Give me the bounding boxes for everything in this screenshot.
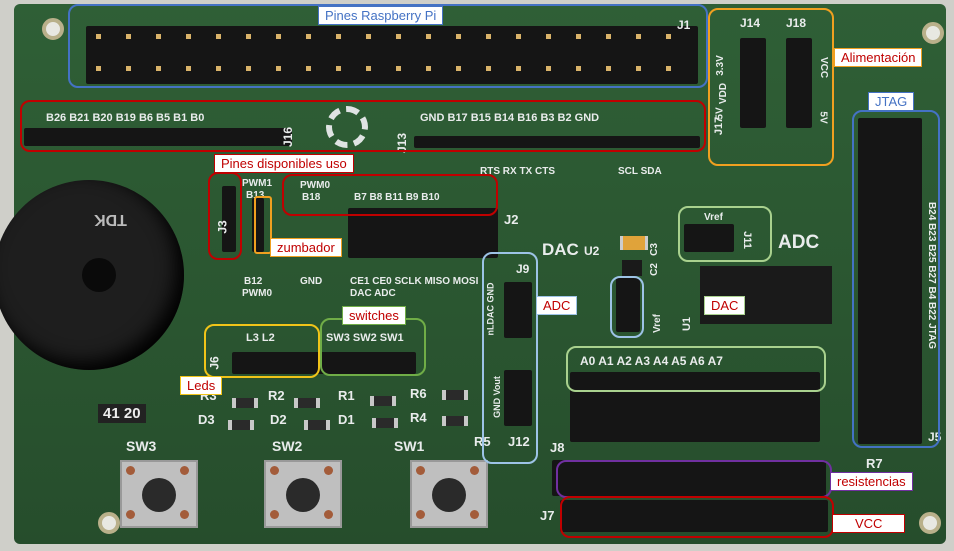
silk-b12: B12 xyxy=(244,276,263,287)
silk-sw2: SW2 xyxy=(272,438,303,454)
silk-dac-title: DAC xyxy=(542,240,579,259)
silk-adc-title: ADC xyxy=(778,232,820,253)
dac-chip xyxy=(700,266,832,324)
sw3-button[interactable] xyxy=(120,460,198,528)
silk-r2: R2 xyxy=(268,388,285,403)
label-leds: Leds xyxy=(180,376,223,395)
mounting-hole xyxy=(919,512,941,534)
silk-spi-labels2: DAC ADC xyxy=(350,288,396,299)
button-cap xyxy=(142,478,176,512)
silk-sw3: SW3 xyxy=(126,438,157,454)
mounting-hole xyxy=(98,512,120,534)
label-dac: DAC xyxy=(704,296,746,315)
silk-j7: J7 xyxy=(540,508,555,523)
box-j3 xyxy=(208,172,242,260)
label-pines-raspberry: Pines Raspberry Pi xyxy=(318,6,444,25)
board-number: 41 20 xyxy=(98,404,146,423)
silk-c3: C3 xyxy=(648,243,660,256)
label-vcc: VCC xyxy=(832,514,906,533)
box-analog xyxy=(566,346,826,392)
silk-j8: J8 xyxy=(550,440,565,455)
silk-c2: C2 xyxy=(648,263,660,276)
label-jtag: JTAG xyxy=(868,92,915,111)
button-post xyxy=(126,510,135,519)
silk-r1: R1 xyxy=(338,388,355,403)
resistor-r1 xyxy=(370,396,396,406)
box-jtag xyxy=(852,110,940,448)
box-vref xyxy=(678,206,772,262)
silk-r6: R6 xyxy=(410,386,427,401)
silk-pwm1: PWM1 xyxy=(242,178,272,189)
box-leds xyxy=(204,324,320,378)
capacitor xyxy=(620,236,648,250)
silk-d2: D2 xyxy=(270,412,287,427)
silk-j2: J2 xyxy=(504,212,519,227)
button-post xyxy=(470,466,479,475)
silk-pwm0-bot: PWM0 xyxy=(242,288,272,299)
box-pwm0 xyxy=(282,174,498,216)
resistor-r2 xyxy=(294,398,320,408)
label-adc: ADC xyxy=(536,296,578,315)
silk-r4: R4 xyxy=(410,410,427,425)
silk-d3: D3 xyxy=(198,412,215,427)
led-d3 xyxy=(228,420,254,430)
button-post xyxy=(270,466,279,475)
button-post xyxy=(126,466,135,475)
silk-u2: U2 xyxy=(584,244,600,258)
button-post xyxy=(270,510,279,519)
silk-sw1: SW1 xyxy=(394,438,425,454)
box-resistencias xyxy=(556,460,832,498)
buzzer: TDK xyxy=(0,180,184,370)
resistor-r6 xyxy=(442,390,468,400)
button-post xyxy=(324,466,333,475)
silk-d1: D1 xyxy=(338,412,355,427)
silk-spi-labels: CE1 CE0 SCLK MISO MOSI xyxy=(350,276,479,287)
label-zumbador: zumbador xyxy=(270,238,342,257)
button-post xyxy=(416,466,425,475)
box-vcc xyxy=(560,496,834,538)
led-d1 xyxy=(372,418,398,428)
button-post xyxy=(180,510,189,519)
sw2-button[interactable] xyxy=(264,460,342,528)
mounting-hole xyxy=(42,18,64,40)
box-switches xyxy=(320,318,426,376)
button-post xyxy=(324,510,333,519)
tdk-logo: TDK xyxy=(94,211,127,228)
button-post xyxy=(416,510,425,519)
mounting-hole xyxy=(922,22,944,44)
label-pines-disponibles: Pines disponibles uso xyxy=(214,154,354,173)
label-alimentacion: Alimentación xyxy=(834,48,923,67)
board-photo: TDK J1 J14 J18 J17 3.3V VDD 5V VCC 5V B2… xyxy=(0,0,954,551)
box-gpio xyxy=(20,100,706,152)
button-cap xyxy=(432,478,466,512)
label-resistencias: resistencias xyxy=(830,472,913,491)
box-alimentacion xyxy=(708,8,834,166)
buzzer-hole xyxy=(82,258,116,292)
silk-i2c: SCL SDA xyxy=(618,166,662,177)
led-d2 xyxy=(304,420,330,430)
silk-r7: R7 xyxy=(866,456,883,471)
button-post xyxy=(470,510,479,519)
button-cap xyxy=(286,478,320,512)
box-j9-j12 xyxy=(482,252,538,464)
resistor-r4 xyxy=(442,416,468,426)
silk-vref2: Vref xyxy=(651,314,663,333)
sw1-button[interactable] xyxy=(410,460,488,528)
regulator xyxy=(622,260,642,276)
button-post xyxy=(180,466,189,475)
silk-u1: U1 xyxy=(681,316,694,332)
box-adc-vref xyxy=(610,276,644,338)
silk-gnd: GND xyxy=(300,276,323,287)
label-switches: switches xyxy=(342,306,406,325)
resistor-r3 xyxy=(232,398,258,408)
